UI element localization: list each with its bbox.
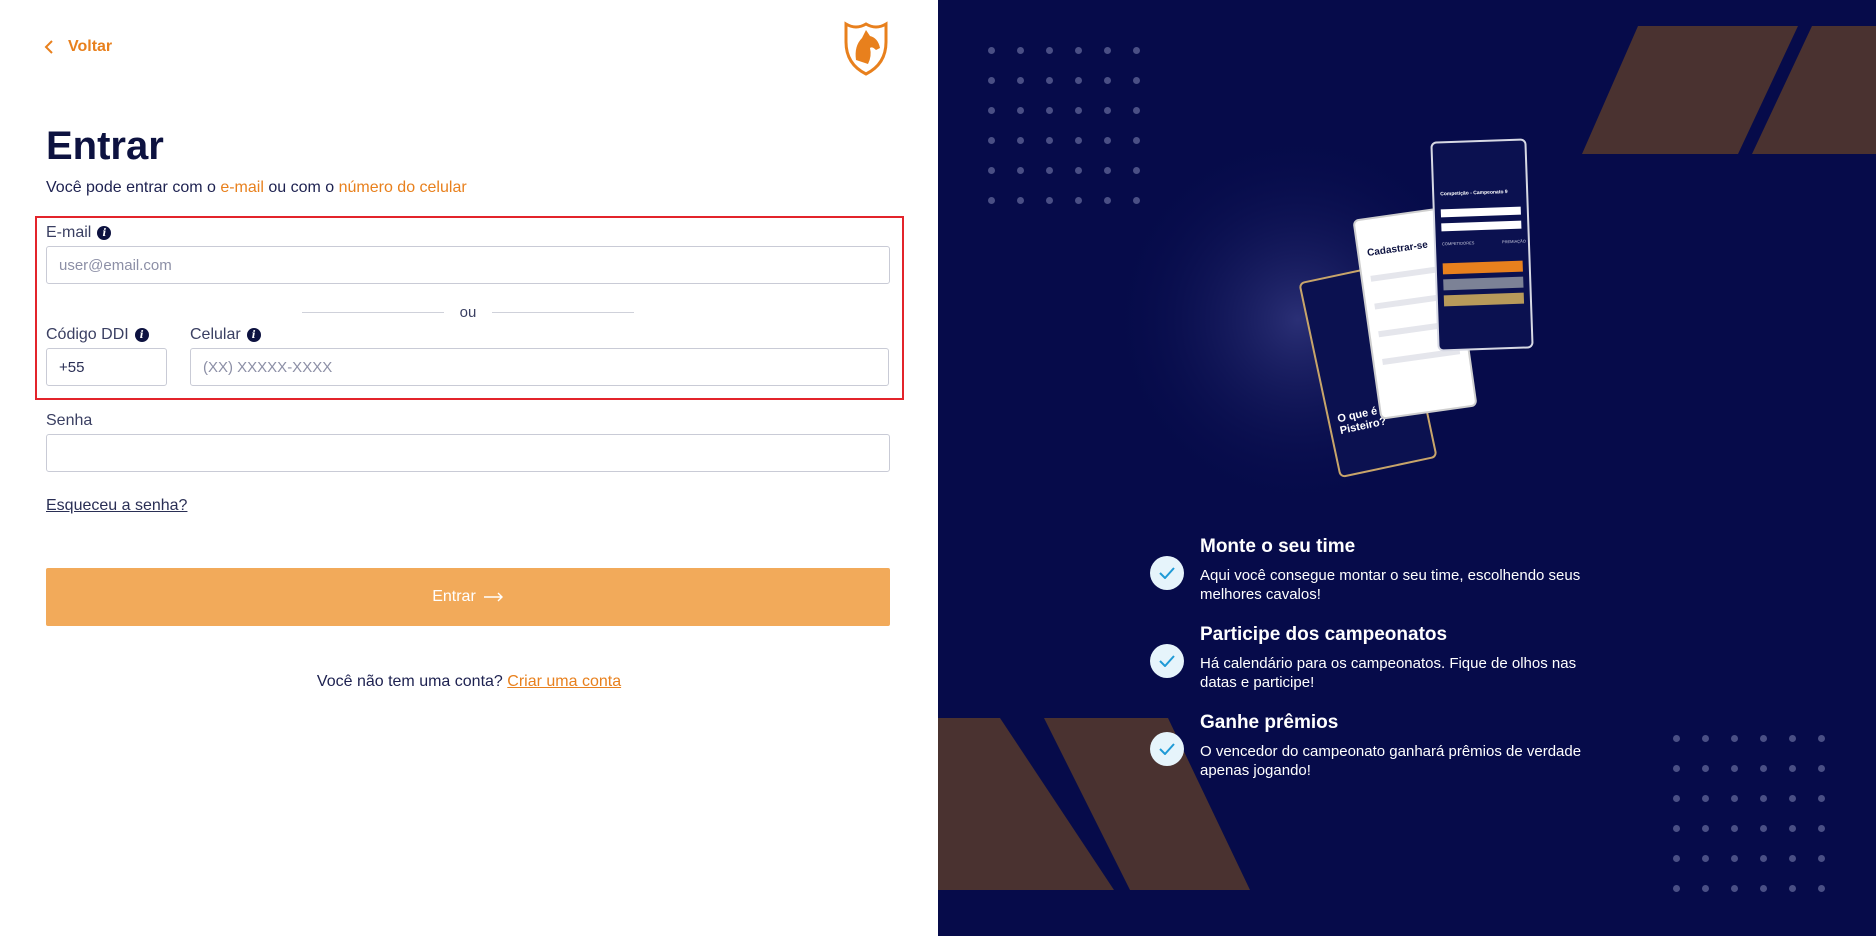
email-input[interactable]	[46, 246, 890, 284]
submit-button[interactable]: Entrar	[46, 568, 890, 626]
password-label: Senha	[46, 412, 93, 429]
email-label: E-mail	[46, 224, 92, 241]
feature-item: Ganhe prêmios O vencedor do campeonato g…	[1150, 712, 1610, 780]
mockup-front-title: Competição - Campeonato 9	[1440, 189, 1508, 198]
horse-shield-logo	[844, 21, 888, 76]
check-icon	[1150, 644, 1184, 678]
info-icon[interactable]: i	[134, 328, 149, 342]
feature-text: O vencedor do campeonato ganhará prêmios…	[1200, 743, 1582, 779]
check-icon	[1150, 556, 1184, 590]
login-panel: Voltar Entrar Você pode entrar com o e-m…	[0, 0, 938, 936]
feature-title: Monte o seu time	[1200, 536, 1356, 557]
page-subtitle: Você pode entrar com o e-mail ou com o n…	[46, 179, 467, 197]
phone-label-row: Celular i	[190, 326, 261, 344]
signup-prefix: Você não tem uma conta?	[316, 673, 503, 690]
ddi-label-row: Código DDI i	[46, 326, 149, 344]
phone-input[interactable]	[190, 348, 889, 386]
signup-row: Você não tem uma conta? Criar uma conta	[0, 673, 938, 691]
phone-label: Celular	[190, 326, 241, 343]
mockup-tab: COMPETIDORES	[1441, 240, 1475, 247]
mockup-tab: PREMIAÇÃO	[1501, 238, 1526, 245]
info-icon[interactable]: i	[246, 328, 261, 342]
feature-list: Monte o seu time Aqui você consegue mont…	[1150, 536, 1610, 800]
feature-text: Aqui você consegue montar o seu time, es…	[1200, 567, 1581, 603]
or-divider: ou	[302, 302, 634, 322]
forgot-password-link[interactable]: Esqueceu a senha?	[46, 497, 187, 515]
promo-panel: O que é o Pisteiro? Cadastrar-se Competi…	[938, 0, 1876, 936]
divider-line	[492, 311, 634, 313]
ddi-input[interactable]	[46, 348, 167, 386]
email-label-row: E-mail i	[46, 224, 112, 242]
subtitle-email-link: e-mail	[220, 179, 264, 196]
back-link[interactable]: Voltar	[44, 38, 112, 56]
create-account-link[interactable]: Criar uma conta	[507, 673, 621, 690]
feature-text: Há calendário para os campeonatos. Fique…	[1200, 655, 1577, 691]
submit-label: Entrar	[432, 588, 476, 605]
check-icon	[1150, 732, 1184, 766]
mockup-screen-front: Competição - Campeonato 9 COMPETIDORES P…	[1430, 138, 1534, 352]
feature-title: Participe dos campeonatos	[1200, 624, 1448, 645]
feature-item: Participe dos campeonatos Há calendário …	[1150, 624, 1610, 692]
chevron-left-icon	[44, 40, 53, 54]
subtitle-phone-link: número do celular	[338, 179, 467, 196]
divider-line	[302, 311, 444, 313]
feature-item: Monte o seu time Aqui você consegue mont…	[1150, 536, 1610, 604]
subtitle-prefix: Você pode entrar com o	[46, 179, 221, 196]
page-title: Entrar	[46, 124, 164, 168]
mockup-front-tabs: COMPETIDORES PREMIAÇÃO	[1442, 238, 1526, 246]
subtitle-middle: ou com o	[263, 179, 339, 196]
mockup-middle-title: Cadastrar-se	[1366, 239, 1429, 260]
info-icon[interactable]: i	[97, 226, 112, 240]
back-label: Voltar	[68, 38, 113, 55]
password-label-row: Senha	[46, 412, 92, 430]
password-input[interactable]	[46, 434, 890, 472]
feature-title: Ganhe prêmios	[1200, 712, 1339, 733]
arrow-right-icon	[483, 592, 503, 602]
or-label: ou	[459, 303, 477, 321]
ddi-label: Código DDI	[46, 326, 129, 343]
